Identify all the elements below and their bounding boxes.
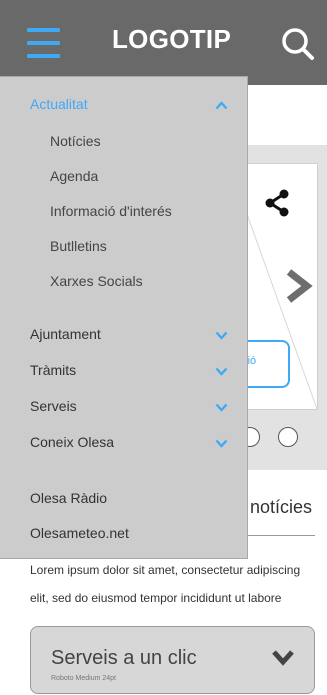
chevron-down-icon[interactable] [215,367,228,376]
slider-dot[interactable] [278,427,298,447]
header-bar: LOGOTIP [0,0,327,85]
intro-text: Lorem ipsum dolor sit amet, consectetur … [30,563,301,605]
services-accordion[interactable]: Serveis a un clic Roboto Medium 24pt [30,626,315,694]
dropdown-menu: Actualitat Notícies Agenda Informació d'… [0,76,248,559]
news-heading: notícies [250,497,313,517]
chevron-down-icon[interactable] [271,649,295,667]
search-icon[interactable] [281,27,315,61]
chevron-up-icon[interactable] [215,101,228,110]
menu-item-serveis[interactable]: Serveis [30,398,77,414]
menu-link-olesameteo[interactable]: Olesameteo.net [30,525,129,541]
submenu-item-xarxes-socials[interactable]: Xarxes Socials [50,273,143,289]
share-icon[interactable] [262,188,292,218]
submenu-item-agenda[interactable]: Agenda [50,168,98,184]
chevron-down-icon[interactable] [215,439,228,448]
chevron-down-icon[interactable] [215,403,228,412]
menu-item-ajuntament[interactable]: Ajuntament [30,326,101,342]
services-title: Serveis a un clic [51,647,197,669]
submenu-item-informacio[interactable]: Informació d'interés [50,203,172,219]
menu-link-olesa-radio[interactable]: Olesa Ràdio [30,490,107,506]
chevron-right-icon[interactable] [283,268,313,304]
submenu-item-butlletins[interactable]: Butlletins [50,238,107,254]
logo[interactable]: LOGOTIP [112,24,231,55]
submenu-item-noticies[interactable]: Notícies [50,133,101,149]
menu-item-actualitat[interactable]: Actualitat [30,96,88,112]
hamburger-menu-icon[interactable] [27,28,60,58]
chevron-down-icon[interactable] [215,331,228,340]
menu-item-tramits[interactable]: Tràmits [30,362,76,378]
services-subtitle: Roboto Medium 24pt [51,675,116,682]
menu-item-coneix-olesa[interactable]: Coneix Olesa [30,434,114,450]
